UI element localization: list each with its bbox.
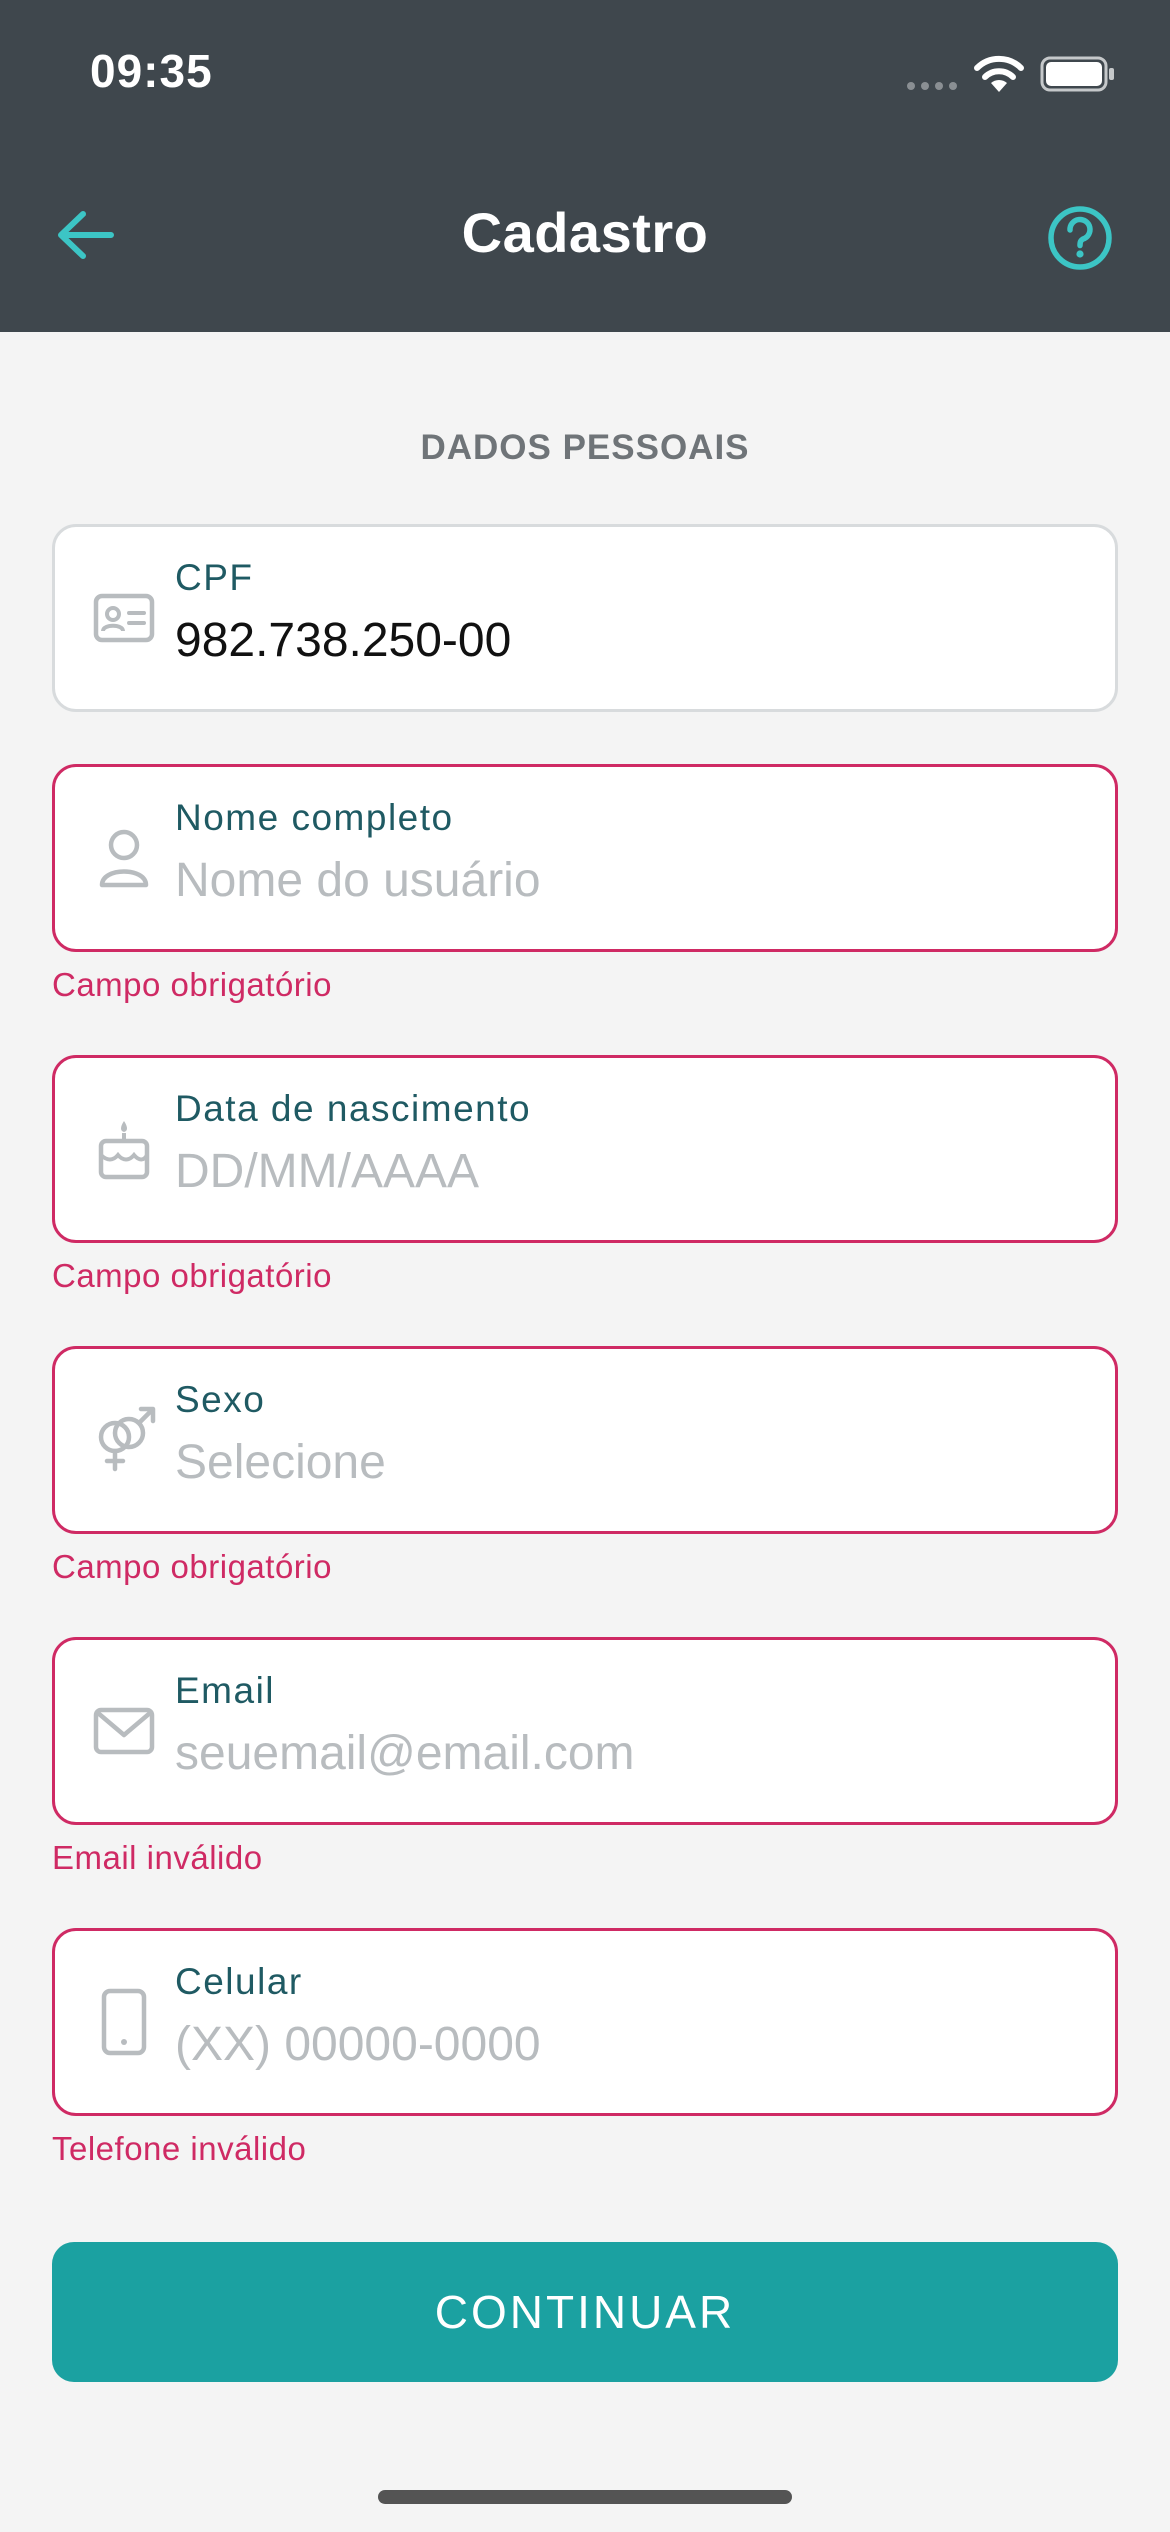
status-time: 09:35	[90, 45, 213, 97]
continue-button[interactable]: CONTINUAR	[52, 2242, 1118, 2382]
question-circle-icon	[1048, 206, 1112, 270]
cake-icon	[85, 1110, 163, 1188]
gender-icon	[85, 1401, 163, 1479]
cpf-value: 982.738.250-00	[175, 614, 512, 667]
cellular-signal-icon	[907, 82, 957, 90]
home-indicator	[378, 2490, 792, 2504]
email-input[interactable]	[175, 1726, 1095, 1781]
sex-field[interactable]: Sexo	[52, 1346, 1118, 1534]
cpf-label: CPF	[175, 557, 254, 598]
birthdate-label: Data de nascimento	[175, 1088, 532, 1129]
envelope-icon	[85, 1692, 163, 1770]
full-name-error: Campo obrigatório	[52, 966, 332, 1003]
email-field[interactable]: Email	[52, 1637, 1118, 1825]
sex-select[interactable]	[175, 1435, 1095, 1490]
sex-label: Sexo	[175, 1379, 266, 1420]
phone-input[interactable]	[175, 2017, 1095, 2072]
wifi-icon	[974, 55, 1024, 92]
birthdate-error: Campo obrigatório	[52, 1257, 332, 1294]
battery-icon	[1040, 56, 1114, 92]
smartphone-icon	[85, 1983, 163, 2061]
full-name-label: Nome completo	[175, 797, 454, 838]
sex-error: Campo obrigatório	[52, 1548, 332, 1585]
email-label: Email	[175, 1670, 276, 1711]
user-icon	[85, 819, 163, 897]
cpf-field[interactable]: CPF 982.738.250-00	[52, 524, 1118, 712]
id-card-icon	[85, 579, 163, 657]
birthdate-input[interactable]	[175, 1144, 1095, 1199]
section-title: DADOS PESSOAIS	[420, 428, 750, 467]
help-button[interactable]	[1034, 192, 1126, 284]
birthdate-field[interactable]: Data de nascimento	[52, 1055, 1118, 1243]
full-name-input[interactable]	[175, 853, 1095, 908]
phone-field[interactable]: Celular	[52, 1928, 1118, 2116]
app-header: 09:35 Cadastro	[0, 0, 1170, 332]
page-title: Cadastro	[461, 201, 709, 264]
full-name-field[interactable]: Nome completo	[52, 764, 1118, 952]
phone-error: Telefone inválido	[52, 2130, 307, 2167]
email-error: Email inválido	[52, 1839, 263, 1876]
phone-label: Celular	[175, 1961, 303, 2002]
